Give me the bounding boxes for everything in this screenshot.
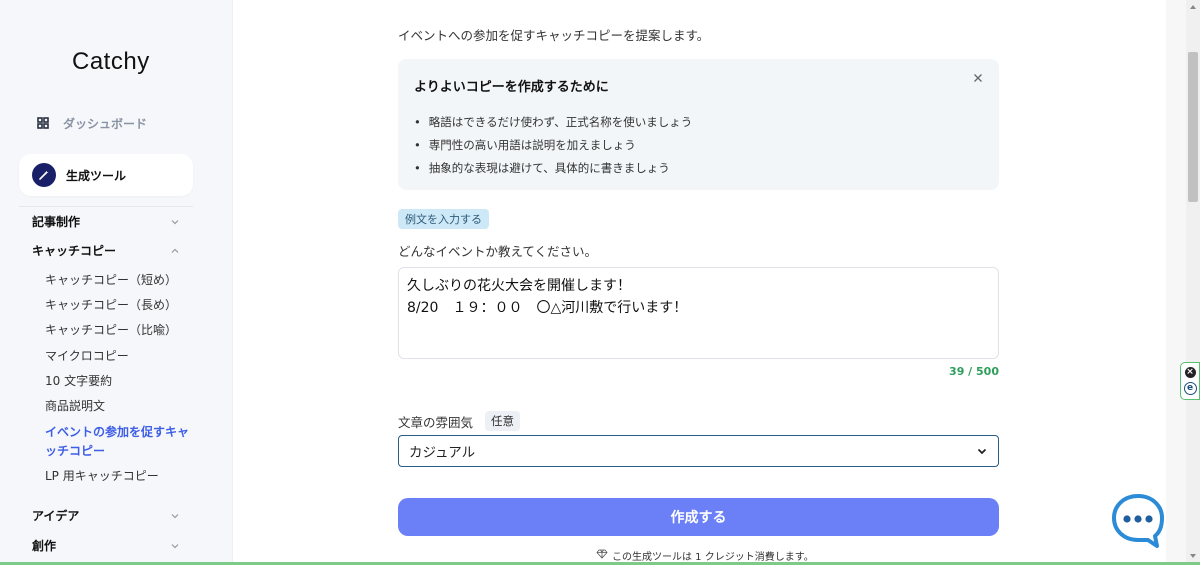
sidebar-subitem[interactable]: 商品説明文 (45, 397, 190, 416)
credit-text: この生成ツールは 1 クレジット消費します。 (612, 552, 814, 563)
sidebar-category-ideas[interactable]: アイデア (32, 507, 180, 524)
sidebar-divider (19, 206, 193, 207)
tips-item: 専門性の高い用語は説明を加えましょう (414, 133, 692, 156)
insert-example-button[interactable]: 例文を入力する (398, 209, 489, 229)
sidebar: Catchy ダッシュボード 生成ツール 記事制作 キャッチコピー キャッチコピ… (0, 0, 233, 565)
sidebar-item-label: ダッシュボード (63, 116, 148, 131)
chat-support-button[interactable] (1110, 492, 1166, 548)
extension-widget[interactable]: × e (1180, 362, 1200, 400)
chat-bubble-icon (1112, 494, 1164, 548)
scroll-up-arrow-icon[interactable] (1189, 3, 1197, 11)
category-label: キャッチコピー (32, 244, 117, 258)
close-icon[interactable]: × (1184, 367, 1196, 378)
tone-label: 文章の雰囲気 (398, 414, 474, 430)
chevron-down-icon (170, 217, 180, 227)
category-label: 記事制作 (32, 215, 81, 229)
tips-title: よりよいコピーを作成するために (414, 80, 609, 95)
optional-badge: 任意 (485, 411, 521, 431)
sidebar-subitem[interactable]: キャッチコピー（比喩） (45, 321, 190, 340)
sidebar-subitem[interactable]: キャッチコピー（長め） (45, 296, 190, 315)
tips-item: 抽象的な表現は避けて、具体的に書きましょう (414, 156, 692, 179)
tips-item: 略語はできるだけ使わず、正式名称を使いましょう (414, 110, 692, 133)
tone-select[interactable]: カジュアル (398, 435, 999, 467)
chevron-down-icon (170, 511, 180, 521)
diamond-icon (596, 549, 608, 562)
chevron-up-icon (170, 246, 180, 256)
sidebar-item-label: 生成ツール (66, 168, 127, 183)
sidebar-category-articles[interactable]: 記事制作 (32, 213, 180, 230)
extension-e-icon[interactable]: e (1183, 382, 1197, 395)
event-input-label: どんなイベントか教えてください。 (398, 244, 598, 259)
scrollbar[interactable] (1186, 0, 1200, 565)
sidebar-subitem[interactable]: マイクロコピー (45, 347, 190, 366)
sidebar-category-catchcopy[interactable]: キャッチコピー (32, 242, 180, 259)
sidebar-subitem[interactable]: LP 用キャッチコピー (45, 467, 190, 486)
sidebar-item-dashboard[interactable]: ダッシュボード (36, 112, 147, 134)
dashboard-icon (36, 116, 50, 130)
tips-list: 略語はできるだけ使わず、正式名称を使いましょう 専門性の高い用語は説明を加えまし… (414, 110, 692, 179)
wand-icon (32, 163, 56, 187)
app-logo[interactable]: Catchy (72, 48, 150, 76)
sidebar-item-gen-tools[interactable]: 生成ツール (19, 154, 193, 196)
page-margin (1166, 0, 1186, 565)
tips-panel: よりよいコピーを作成するために 略語はできるだけ使わず、正式名称を使いましょう … (398, 59, 999, 190)
chevron-down-icon (976, 445, 988, 457)
sidebar-category-creative[interactable]: 創作 (32, 537, 180, 554)
sidebar-subitem[interactable]: 10 文字要約 (45, 372, 190, 391)
category-label: 創作 (32, 539, 57, 553)
char-counter: 39 / 500 (949, 365, 999, 378)
close-icon[interactable] (971, 71, 985, 85)
scroll-down-arrow-icon[interactable] (1189, 552, 1197, 560)
tone-selected-value: カジュアル (409, 445, 476, 461)
page-description: イベントへの参加を促すキャッチコピーを提案します。 (398, 28, 710, 43)
chevron-down-icon (170, 541, 180, 551)
sidebar-subitem[interactable]: キャッチコピー（短め） (45, 271, 190, 290)
category-label: アイデア (32, 509, 80, 523)
create-button[interactable]: 作成する (398, 498, 999, 536)
scrollbar-thumb[interactable] (1188, 52, 1198, 202)
event-description-input[interactable]: 久しぶりの花火大会を開催します！ 8/20 １９：００ 〇△河川敷で行います！ (398, 267, 999, 359)
tone-field-label: 文章の雰囲気 任意 (398, 411, 521, 431)
credit-note: この生成ツールは 1 クレジット消費します。 (596, 548, 814, 563)
sidebar-subitem-active[interactable]: イベントの参加を促すキャッチコピー (45, 423, 190, 461)
